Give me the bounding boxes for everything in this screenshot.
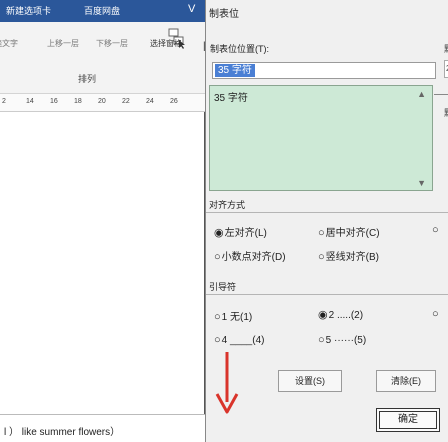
set-button[interactable]: 设置(S) — [278, 370, 342, 392]
list-item[interactable]: 35 字符 — [214, 89, 248, 104]
ruler-tick: 2 — [2, 98, 6, 105]
tab-overflow[interactable]: V — [188, 3, 195, 15]
radio-checked-icon: ◉ — [214, 227, 224, 239]
tab-new-tab[interactable]: 新建选项卡 — [6, 4, 51, 17]
tab-position-input[interactable]: 35 字符 — [212, 62, 436, 79]
ribbon-arrange-group: 环绕文字 上移一层 下移一层 选择窗格 排列 — [0, 22, 205, 94]
leader-underline-radio[interactable]: ○4 ____(4) — [214, 334, 264, 346]
tab-position-label: 制表位位置(T): — [210, 44, 269, 54]
leader-divider — [206, 294, 448, 295]
clear-label-cut: 默 — [444, 106, 448, 119]
align-decimal-radio[interactable]: ○小数点对齐(D) — [214, 248, 286, 263]
tab-baidu-netdisk[interactable]: 百度网盘 — [84, 4, 120, 17]
tab-stop-list[interactable]: 35 字符 ▲ ▼ — [209, 85, 433, 191]
annotation-arrow-icon — [215, 352, 239, 414]
default-tab-label-cut: 默 — [444, 42, 448, 55]
document-canvas[interactable] — [0, 112, 205, 415]
send-backward-button[interactable]: 下移一层 — [96, 38, 128, 49]
dialog-title: 制表位 — [209, 9, 239, 20]
radio-empty-icon: ○ — [432, 224, 439, 236]
scroll-up-icon[interactable]: ▲ — [417, 89, 426, 99]
side-divider — [434, 94, 448, 95]
clear-button[interactable]: 清除(E) — [376, 370, 436, 392]
ruler-tick: 24 — [146, 98, 154, 105]
text-cursor: | — [203, 41, 206, 52]
ruler-tick: 16 — [50, 98, 58, 105]
ruler-tick: 26 — [170, 98, 178, 105]
leader-middle-dots-radio[interactable]: ○5 ······(5) — [318, 334, 366, 346]
align-left-radio[interactable]: ◉左对齐(L) — [214, 224, 267, 239]
align-center-radio[interactable]: ○居中对齐(C) — [318, 224, 380, 239]
radio-empty-icon: ○ — [214, 251, 221, 263]
ribbon-tab-bar: 新建选项卡 百度网盘 V — [0, 0, 205, 22]
tab-position-value: 35 字符 — [215, 64, 255, 77]
ok-button[interactable]: 确定 — [376, 408, 440, 432]
radio-empty-icon: ○ — [318, 334, 325, 346]
align-bar-radio[interactable]: ○竖线对齐(B) — [318, 248, 379, 263]
ruler-tick: 14 — [26, 98, 34, 105]
bring-forward-button[interactable]: 上移一层 — [47, 38, 79, 49]
alignment-divider — [206, 212, 448, 213]
radio-empty-icon: ○ — [214, 334, 221, 346]
ruler-tick: 20 — [98, 98, 106, 105]
radio-empty-icon: ○ — [214, 311, 221, 323]
ruler-tick: 18 — [74, 98, 82, 105]
ruler-tick: 22 — [122, 98, 130, 105]
radio-empty-icon: ○ — [432, 308, 439, 320]
wrap-text-button[interactable]: 环绕文字 — [0, 38, 18, 49]
document-text-line: l ） like summer flowers） — [0, 414, 205, 442]
scroll-down-icon[interactable]: ▼ — [417, 178, 426, 188]
leader-dots-radio[interactable]: ◉2 .....(2) — [318, 308, 363, 321]
radio-checked-icon: ◉ — [318, 309, 328, 321]
align-right-radio-cut[interactable]: ○ — [432, 224, 440, 236]
horizontal-ruler[interactable]: 2 14 16 18 20 22 24 26 — [0, 94, 205, 112]
document-text: l ） like summer flowers） — [4, 427, 121, 438]
radio-empty-icon: ○ — [318, 251, 325, 263]
leader-dash-radio-cut[interactable]: ○ — [432, 308, 440, 320]
selection-pane-button[interactable]: 选择窗格 — [150, 38, 182, 49]
leader-section-title: 引导符 — [209, 282, 237, 292]
leader-none-radio[interactable]: ○1 无(1) — [214, 308, 252, 323]
radio-empty-icon: ○ — [318, 227, 325, 239]
alignment-section-title: 对齐方式 — [209, 200, 246, 210]
arrange-group-label: 排列 — [78, 74, 97, 84]
